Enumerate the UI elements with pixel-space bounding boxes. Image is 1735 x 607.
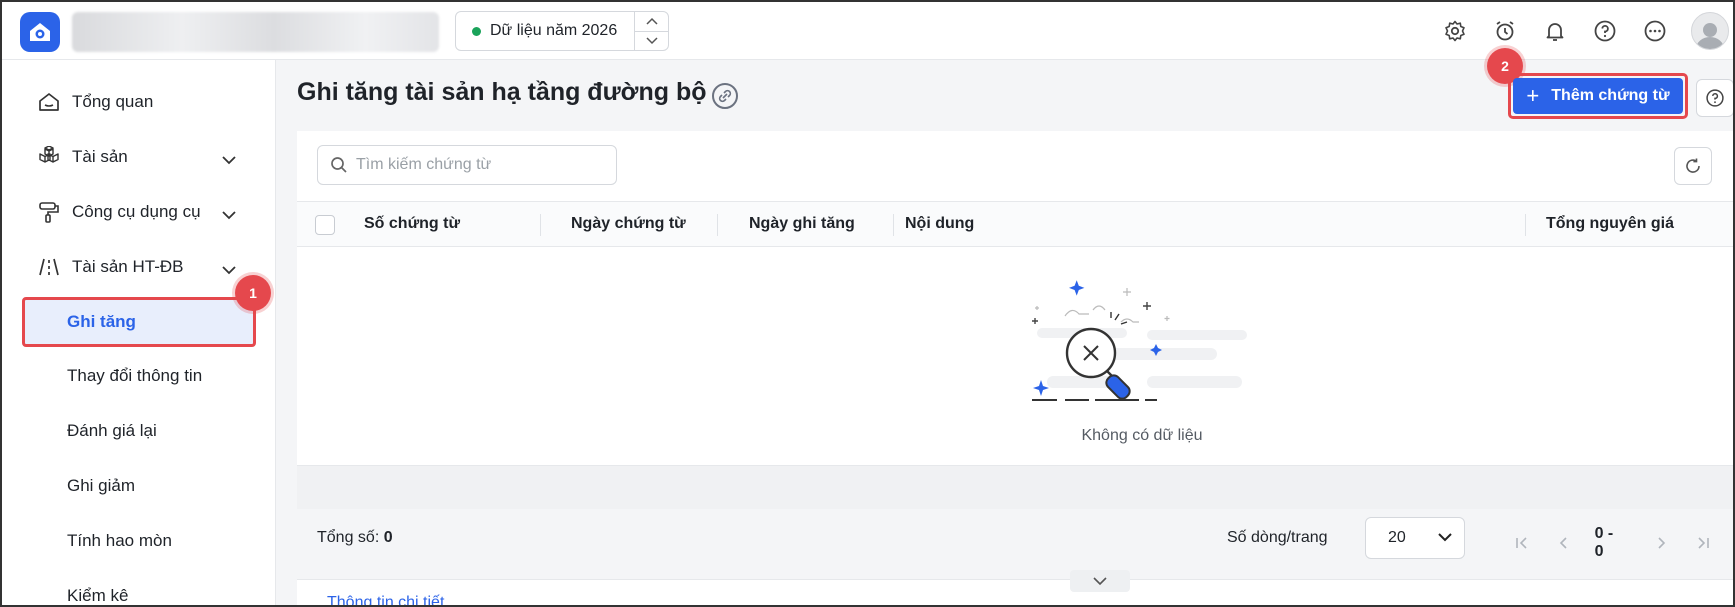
pagination-bar: Tổng số: 0 Số dòng/trang 20 0 - 0 bbox=[297, 509, 1733, 567]
year-label: Dữ liệu năm 2026 bbox=[490, 22, 618, 39]
add-voucher-label: Thêm chứng từ bbox=[1551, 87, 1670, 104]
add-voucher-button[interactable]: + Thêm chứng từ bbox=[1513, 78, 1683, 114]
avatar[interactable] bbox=[1691, 12, 1729, 50]
column-header[interactable]: Tổng nguyên giá bbox=[1546, 215, 1674, 233]
chevron-down-icon bbox=[1093, 576, 1107, 585]
pager: 0 - 0 bbox=[1510, 525, 1733, 561]
bell-icon[interactable] bbox=[1541, 17, 1569, 45]
help-icon bbox=[1706, 89, 1724, 107]
sidebar-item-label: Tổng quan bbox=[72, 92, 154, 111]
column-header[interactable]: Nội dung bbox=[905, 215, 974, 233]
home-icon bbox=[37, 91, 61, 113]
sidebar-subitem-label: Kiểm kê bbox=[67, 586, 129, 605]
search-box[interactable] bbox=[317, 145, 617, 185]
detail-panel: Thông tin chi tiết bbox=[297, 579, 1733, 605]
sidebar-item-overview[interactable]: Tổng quan bbox=[2, 78, 276, 126]
column-divider bbox=[540, 214, 541, 236]
rows-per-page-label: Số dòng/trang bbox=[1227, 529, 1328, 546]
sidebar-subitem-tinh-hao-mon[interactable]: Tính hao mòn bbox=[2, 518, 276, 564]
sidebar-subitem-label: Tính hao mòn bbox=[67, 531, 172, 550]
sidebar-subitem-ghi-giam[interactable]: Ghi giảm bbox=[2, 463, 276, 509]
chevron-down-icon[interactable] bbox=[222, 205, 236, 225]
link-icon[interactable] bbox=[712, 83, 738, 109]
chevron-down-icon[interactable] bbox=[635, 30, 668, 51]
boxes-icon bbox=[37, 146, 61, 168]
tab-detail-info[interactable]: Thông tin chi tiết bbox=[327, 594, 444, 605]
prev-page-icon[interactable] bbox=[1552, 530, 1576, 556]
sidebar-item-tools[interactable]: Công cụ dụng cụ bbox=[2, 188, 276, 236]
chevron-down-icon bbox=[1438, 533, 1452, 542]
last-page-icon[interactable] bbox=[1691, 530, 1715, 556]
search-input[interactable] bbox=[356, 156, 606, 174]
more-icon[interactable] bbox=[1641, 17, 1669, 45]
blurred-org-name bbox=[72, 12, 439, 52]
page-range: 0 - 0 bbox=[1594, 525, 1614, 560]
sidebar-item-label: Công cụ dụng cụ bbox=[72, 202, 201, 221]
collapse-panel-button[interactable] bbox=[1070, 570, 1130, 592]
table-summary-row bbox=[297, 465, 1733, 509]
sidebar-item-assets[interactable]: Tài sản bbox=[2, 133, 276, 181]
chevron-up-icon[interactable] bbox=[635, 12, 668, 31]
sidebar-subitem-label: Ghi giảm bbox=[67, 476, 136, 495]
help-icon[interactable] bbox=[1591, 17, 1619, 45]
app-window: Dữ liệu năm 2026 Tổng quan Tài sản Công … bbox=[0, 0, 1735, 607]
step-badge-1: 1 bbox=[235, 275, 271, 311]
search-icon bbox=[331, 157, 347, 173]
year-selector[interactable]: Dữ liệu năm 2026 bbox=[455, 11, 669, 51]
header-actions bbox=[1441, 2, 1733, 60]
rows-per-page-value: 20 bbox=[1388, 529, 1406, 546]
page-title: Ghi tăng tài sản hạ tầng đường bộ bbox=[297, 78, 707, 106]
refresh-button[interactable] bbox=[1674, 147, 1712, 185]
rows-per-page-select[interactable]: 20 bbox=[1365, 517, 1465, 559]
sidebar-subitem-label: Ghi tăng bbox=[67, 312, 136, 331]
chevron-down-icon[interactable] bbox=[222, 150, 236, 170]
sidebar-subitem-ghi-tang[interactable]: Ghi tăng bbox=[22, 297, 256, 347]
sidebar-subitem-label: Thay đổi thông tin bbox=[67, 366, 203, 385]
year-spinner bbox=[634, 12, 668, 50]
status-dot bbox=[472, 26, 481, 36]
paint-roller-icon bbox=[37, 201, 61, 223]
sidebar-subitem-thay-doi-thong-tin[interactable]: Thay đổi thông tin bbox=[2, 353, 276, 399]
settings-icon[interactable] bbox=[1441, 17, 1469, 45]
add-button-highlight: + Thêm chứng từ bbox=[1508, 73, 1688, 119]
top-bar: Dữ liệu năm 2026 bbox=[2, 2, 1733, 60]
refresh-icon bbox=[1686, 158, 1700, 173]
alarm-icon[interactable] bbox=[1491, 17, 1519, 45]
page-help-button[interactable] bbox=[1696, 79, 1733, 117]
sidebar-item-label: Tài sản HT-ĐB bbox=[72, 257, 184, 276]
sidebar-subitem-danh-gia-lai[interactable]: Đánh giá lại bbox=[2, 408, 276, 454]
sidebar-item-road-assets[interactable]: Tài sản HT-ĐB bbox=[2, 243, 276, 291]
column-divider bbox=[717, 214, 718, 236]
chevron-down-icon[interactable] bbox=[222, 260, 236, 280]
empty-state-text-row: Không có dữ liệu bbox=[297, 427, 1733, 445]
first-page-icon[interactable] bbox=[1510, 530, 1534, 556]
select-all-checkbox[interactable] bbox=[315, 215, 335, 235]
next-page-icon[interactable] bbox=[1648, 530, 1672, 556]
column-header[interactable]: Ngày chứng từ bbox=[571, 215, 686, 233]
column-header[interactable]: Số chứng từ bbox=[364, 215, 460, 233]
plus-icon: + bbox=[1526, 83, 1540, 108]
sidebar-subitem-kiem-ke[interactable]: Kiểm kê bbox=[2, 573, 276, 605]
empty-state-text: Không có dữ liệu bbox=[1081, 427, 1203, 444]
column-divider bbox=[1525, 214, 1526, 236]
empty-state-illustration bbox=[1032, 280, 1247, 401]
total-count: Tổng số: 0 bbox=[317, 529, 393, 547]
sidebar-subitem-label: Đánh giá lại bbox=[67, 421, 157, 440]
total-label: Tổng số: bbox=[317, 529, 380, 546]
total-value: 0 bbox=[383, 529, 393, 546]
column-header[interactable]: Ngày ghi tăng bbox=[749, 215, 855, 233]
app-logo-icon[interactable] bbox=[20, 12, 60, 52]
voucher-table-card: Số chứng từ Ngày chứng từ Ngày ghi tăng … bbox=[297, 131, 1733, 511]
sidebar: Tổng quan Tài sản Công cụ dụng cụ Tài sả… bbox=[2, 60, 276, 605]
table-header: Số chứng từ Ngày chứng từ Ngày ghi tăng … bbox=[297, 201, 1733, 247]
column-divider bbox=[893, 214, 894, 236]
road-icon bbox=[37, 256, 61, 278]
sidebar-item-label: Tài sản bbox=[72, 147, 128, 166]
